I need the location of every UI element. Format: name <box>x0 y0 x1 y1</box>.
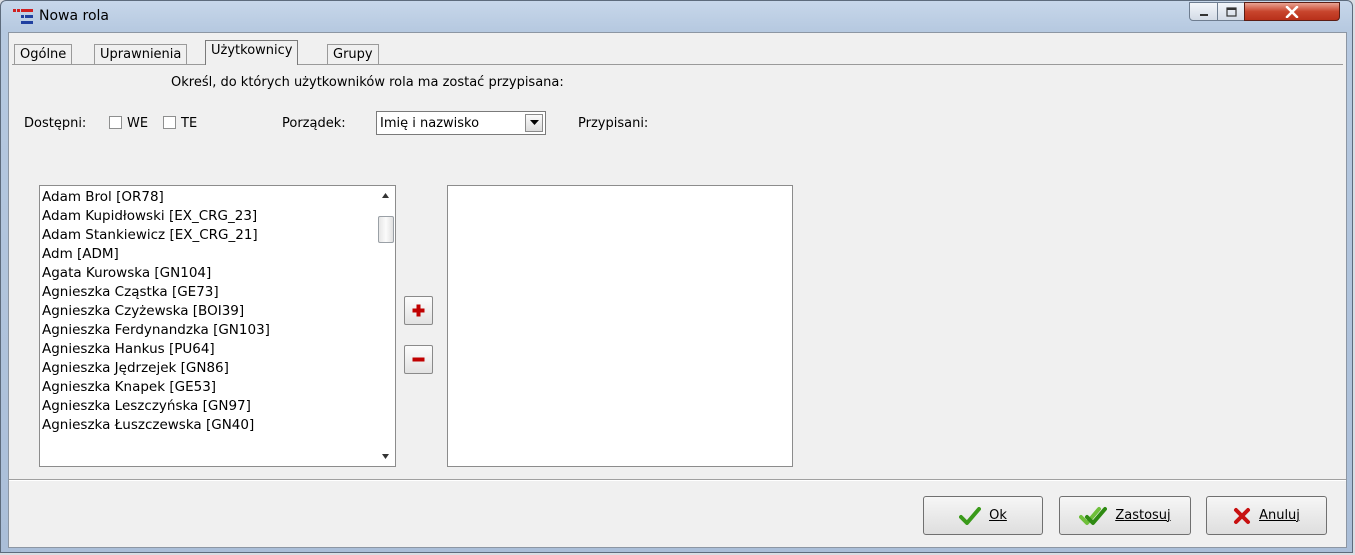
plus-icon <box>412 304 425 317</box>
window-title: Nowa rola <box>39 8 109 24</box>
double-check-icon <box>1079 506 1108 525</box>
maximize-button[interactable] <box>1217 2 1245 21</box>
order-dropdown-button[interactable] <box>525 114 543 132</box>
list-item[interactable]: Adam Stankiewicz [EX_CRG_21] <box>42 226 270 245</box>
apply-label: Zastosuj <box>1115 508 1171 523</box>
users-tab-panel: Określ, do których użytkowników rola ma … <box>12 64 1343 480</box>
list-item[interactable]: Agnieszka Jędrzejek [GN86] <box>42 359 270 378</box>
close-icon <box>1245 3 1339 20</box>
minimize-button[interactable] <box>1189 2 1218 21</box>
list-item[interactable]: Agnieszka Ferdynandzka [GN103] <box>42 321 270 340</box>
available-users-items: Adam Brol [OR78] Adam Kupidłowski [EX_CRG… <box>42 188 270 435</box>
scrollbar-thumb[interactable] <box>378 216 394 243</box>
list-item[interactable]: Agnieszka Leszczyńska [GN97] <box>42 397 270 416</box>
we-checkbox-label[interactable]: WE <box>127 115 148 133</box>
chevron-down-icon <box>529 120 539 125</box>
footer-divider <box>9 479 1346 481</box>
list-item[interactable]: Agnieszka Cząstka [GE73] <box>42 283 270 302</box>
list-item[interactable]: Adam Brol [OR78] <box>42 188 270 207</box>
check-icon <box>959 506 982 525</box>
instruction-text: Określ, do których użytkowników rola ma … <box>171 75 564 90</box>
maximize-icon <box>1218 3 1244 20</box>
ok-label: Ok <box>989 508 1007 523</box>
order-select-value: Imię i nazwisko <box>380 116 480 131</box>
apply-button[interactable]: Zastosuj <box>1059 496 1191 535</box>
tab-permissions[interactable]: Uprawnienia <box>94 44 188 64</box>
assigned-label: Przypisani: <box>578 116 649 131</box>
add-user-button[interactable] <box>404 296 433 325</box>
list-item[interactable]: Adm [ADM] <box>42 245 270 264</box>
order-label: Porządek: <box>282 116 346 131</box>
list-item[interactable]: Adam Kupidłowski [EX_CRG_23] <box>42 207 270 226</box>
scroll-up-arrow-icon[interactable] <box>376 186 395 205</box>
remove-user-button[interactable] <box>404 345 433 374</box>
dialog-window: Nowa rola Ogólne Uprawnienia Użytkownicy… <box>0 0 1353 553</box>
we-checkbox[interactable] <box>109 116 122 129</box>
tab-groups[interactable]: Grupy <box>327 44 379 64</box>
tab-users[interactable]: Użytkownicy <box>205 40 299 65</box>
list-item[interactable]: Agnieszka Czyżewska [BOI39] <box>42 302 270 321</box>
list-item[interactable]: Agnieszka Hankus [PU64] <box>42 340 270 359</box>
list-item[interactable]: Agata Kurowska [GN104] <box>42 264 270 283</box>
scroll-down-arrow-icon[interactable] <box>376 447 395 466</box>
dialog-client-area: Ogólne Uprawnienia Użytkownicy Grupy Okr… <box>8 32 1347 548</box>
title-bar[interactable]: Nowa rola <box>1 1 1352 33</box>
ok-button[interactable]: Ok <box>923 496 1043 535</box>
cancel-label: Anuluj <box>1259 508 1300 523</box>
available-label: Dostępni: <box>24 116 87 131</box>
app-icon <box>13 8 33 26</box>
te-checkbox[interactable] <box>163 116 176 129</box>
minimize-icon <box>1190 3 1217 20</box>
order-select[interactable]: Imię i nazwisko <box>376 111 546 135</box>
tab-general[interactable]: Ogólne <box>14 44 73 64</box>
available-list-scrollbar[interactable] <box>376 186 395 466</box>
x-icon <box>1234 507 1251 524</box>
cancel-button[interactable]: Anuluj <box>1206 496 1327 535</box>
assigned-users-list[interactable] <box>447 185 793 467</box>
minus-icon <box>412 357 425 362</box>
list-item[interactable]: Agnieszka Knapek [GE53] <box>42 378 270 397</box>
te-checkbox-label[interactable]: TE <box>181 115 197 133</box>
list-item[interactable]: Agnieszka Łuszczewska [GN40] <box>42 416 270 435</box>
close-button[interactable] <box>1244 2 1340 21</box>
available-users-list[interactable]: Adam Brol [OR78] Adam Kupidłowski [EX_CRG… <box>39 185 396 467</box>
